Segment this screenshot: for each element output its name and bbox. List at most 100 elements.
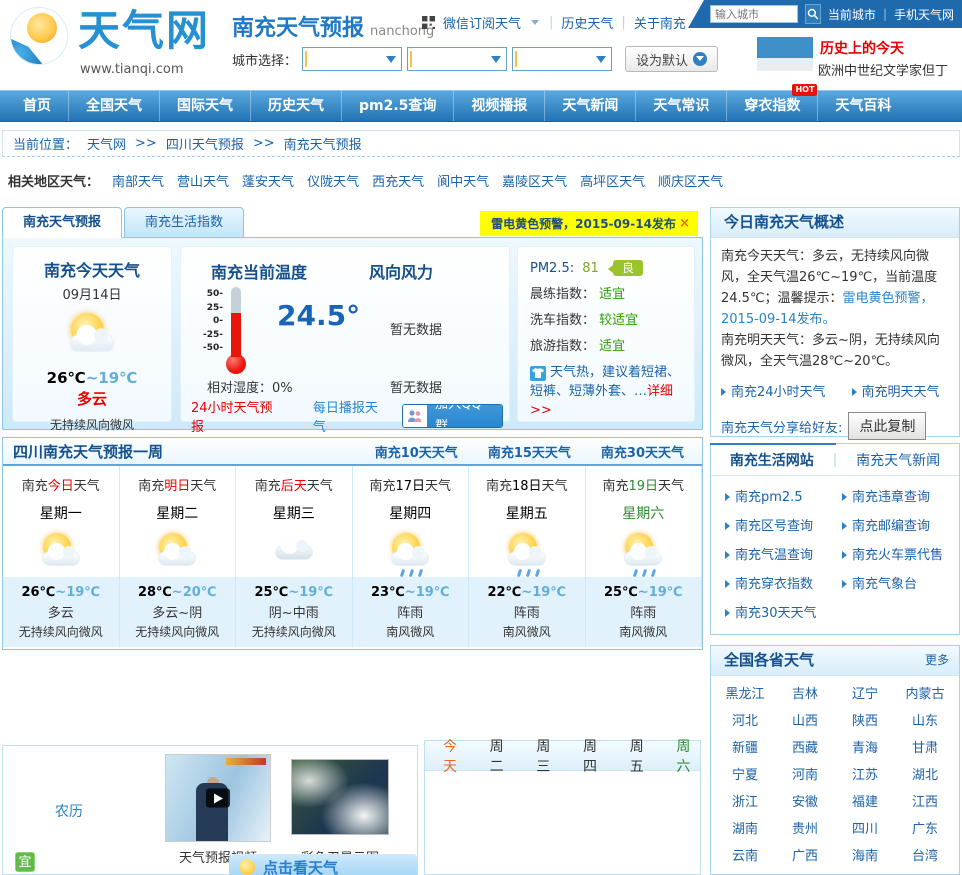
province-link[interactable]: 江苏 bbox=[852, 768, 878, 783]
province-link[interactable]: 河北 bbox=[732, 714, 758, 729]
search-button[interactable] bbox=[805, 4, 821, 24]
tab-life-index[interactable]: 南充生活指数 bbox=[124, 207, 244, 238]
week-day-card[interactable]: 南充今日天气 星期一 26℃~19℃ 多云 无持续风向微风 bbox=[3, 466, 120, 647]
related-region-link[interactable]: 顺庆区天气 bbox=[658, 171, 723, 190]
life-link[interactable]: 南充邮编查询 bbox=[852, 519, 930, 534]
nav-item[interactable]: 穿衣指数 HOT bbox=[726, 84, 818, 121]
current-city-link[interactable]: 当前城市 bbox=[828, 6, 876, 23]
nav-item[interactable]: 历史天气 bbox=[250, 91, 341, 121]
life-link[interactable]: 南充气温查询 bbox=[735, 548, 813, 563]
week-day-card[interactable]: 南充19日天气 星期六 25℃~19℃ 阵雨 南风微风 bbox=[585, 466, 702, 647]
related-region-link[interactable]: 南部天气 bbox=[112, 171, 164, 190]
life-link[interactable]: 南充穿衣指数 bbox=[735, 577, 813, 592]
weekday-tab[interactable]: 周六 bbox=[676, 736, 700, 776]
province-link[interactable]: 广西 bbox=[792, 849, 818, 864]
overview-quick-link[interactable]: 南充24小时天气 bbox=[721, 381, 826, 400]
index-value[interactable]: 适宜 bbox=[599, 287, 625, 302]
wechat-subscribe-link[interactable]: 微信订阅天气 bbox=[443, 13, 521, 32]
province-link[interactable]: 浙江 bbox=[732, 795, 758, 810]
province-link[interactable]: 甘肃 bbox=[912, 741, 938, 756]
related-region-link[interactable]: 西充天气 bbox=[372, 171, 424, 190]
weekday-tab[interactable]: 周二 bbox=[490, 736, 514, 776]
province-link[interactable]: 黑龙江 bbox=[725, 687, 764, 702]
county-select[interactable] bbox=[512, 47, 613, 71]
breadcrumb-province[interactable]: 四川天气预报 bbox=[166, 134, 244, 153]
province-link[interactable]: 陕西 bbox=[852, 714, 878, 729]
province-link[interactable]: 河南 bbox=[792, 768, 818, 783]
history-weather-link[interactable]: 历史天气 bbox=[561, 13, 613, 32]
related-region-link[interactable]: 阆中天气 bbox=[437, 171, 489, 190]
province-link[interactable]: 山西 bbox=[792, 714, 818, 729]
province-link[interactable]: 广东 bbox=[912, 822, 938, 837]
province-link[interactable]: 辽宁 bbox=[852, 687, 878, 702]
province-link[interactable]: 江西 bbox=[912, 795, 938, 810]
province-link[interactable]: 四川 bbox=[852, 822, 878, 837]
forecast-video-thumbnail[interactable] bbox=[165, 754, 271, 842]
weekday-tab[interactable]: 周五 bbox=[630, 736, 654, 776]
weather-banner[interactable]: 点击看天气 bbox=[229, 854, 417, 875]
set-default-button[interactable]: 设为默认 bbox=[625, 46, 719, 72]
nav-item[interactable]: 首页 bbox=[6, 91, 68, 121]
daily-broadcast-link[interactable]: 每日播报天气 bbox=[313, 397, 390, 435]
life-link[interactable]: 南充气象台 bbox=[852, 577, 917, 592]
week-day-card[interactable]: 南充明日天气 星期二 28℃~20℃ 多云~阴 无持续风向微风 bbox=[119, 466, 236, 647]
province-link[interactable]: 贵州 bbox=[792, 822, 818, 837]
province-link[interactable]: 安徽 bbox=[792, 795, 818, 810]
overview-quick-link[interactable]: 南充明天天气 bbox=[851, 381, 940, 400]
nav-item[interactable]: 全国天气 bbox=[68, 91, 159, 121]
index-value[interactable]: 适宜 bbox=[599, 339, 625, 354]
history-today-thumbnail[interactable] bbox=[757, 37, 813, 71]
related-region-link[interactable]: 嘉陵区天气 bbox=[502, 171, 567, 190]
weekday-tab[interactable]: 今天 bbox=[443, 736, 467, 776]
nav-item[interactable]: 视频播报 bbox=[453, 91, 544, 121]
weekday-tab[interactable]: 周四 bbox=[583, 736, 607, 776]
history-today-text[interactable]: 欧洲中世纪文学家但丁 bbox=[818, 60, 948, 79]
week-day-card[interactable]: 南充17日天气 星期四 23℃~19℃ 阵雨 南风微风 bbox=[352, 466, 469, 647]
province-link[interactable]: 云南 bbox=[732, 849, 758, 864]
related-region-link[interactable]: 仪陇天气 bbox=[307, 171, 359, 190]
nav-item[interactable]: 天气新闻 bbox=[544, 91, 635, 121]
close-icon[interactable]: × bbox=[679, 216, 690, 231]
hourly-forecast-link[interactable]: 24小时天气预报 bbox=[191, 397, 285, 435]
province-link[interactable]: 青海 bbox=[852, 741, 878, 756]
city-select[interactable] bbox=[407, 47, 508, 71]
life-link[interactable]: 南充火车票代售 bbox=[852, 548, 943, 563]
province-link[interactable]: 宁夏 bbox=[732, 768, 758, 783]
province-link[interactable]: 湖北 bbox=[912, 768, 938, 783]
related-region-link[interactable]: 高坪区天气 bbox=[580, 171, 645, 190]
life-link[interactable]: 南充30天天气 bbox=[735, 606, 817, 621]
related-region-link[interactable]: 蓬安天气 bbox=[242, 171, 294, 190]
province-link[interactable]: 湖南 bbox=[732, 822, 758, 837]
tab-weather-forecast[interactable]: 南充天气预报 bbox=[2, 207, 122, 238]
tab-life-sites[interactable]: 南充生活网站 bbox=[711, 450, 833, 470]
province-link[interactable]: 内蒙古 bbox=[905, 687, 944, 702]
nav-item[interactable]: 天气常识 bbox=[635, 91, 726, 121]
life-link[interactable]: 南充区号查询 bbox=[735, 519, 813, 534]
week-day-card[interactable]: 南充后天天气 星期三 25℃~19℃ 阴~中雨 无持续风向微风 bbox=[236, 466, 353, 647]
province-link[interactable]: 新疆 bbox=[732, 741, 758, 756]
satellite-image-thumbnail[interactable] bbox=[291, 759, 389, 835]
province-link[interactable]: 吉林 bbox=[792, 687, 818, 702]
mobile-site-link[interactable]: 手机天气网 bbox=[894, 6, 954, 23]
about-city-link[interactable]: 关于南充 bbox=[634, 13, 686, 32]
tab-weather-news[interactable]: 南充天气新闻 bbox=[837, 450, 959, 470]
province-link[interactable]: 台湾 bbox=[912, 849, 938, 864]
forecast-range-link[interactable]: 南充15天天气 bbox=[488, 442, 571, 461]
life-link[interactable]: 南充pm2.5 bbox=[735, 490, 803, 505]
nav-item[interactable]: pm2.5查询 bbox=[341, 91, 453, 121]
history-today-title[interactable]: 历史上的今天 bbox=[820, 38, 904, 58]
province-link[interactable]: 西藏 bbox=[792, 741, 818, 756]
copy-button[interactable]: 点此复制 bbox=[848, 412, 927, 440]
breadcrumb-city[interactable]: 南充天气预报 bbox=[284, 134, 362, 153]
province-link[interactable]: 海南 bbox=[852, 849, 878, 864]
life-link[interactable]: 南充违章查询 bbox=[852, 490, 930, 505]
weather-alert-banner[interactable]: 雷电黄色预警，2015-09-14发布 × bbox=[480, 211, 698, 236]
province-select[interactable] bbox=[302, 47, 403, 71]
site-logo[interactable]: 天气网 bbox=[10, 7, 210, 65]
province-link[interactable]: 山东 bbox=[912, 714, 938, 729]
week-day-card[interactable]: 南充18日天气 星期五 22℃~19℃ 阵雨 南风微风 bbox=[469, 466, 586, 647]
weekday-tab[interactable]: 周三 bbox=[536, 736, 560, 776]
index-value[interactable]: 较适宜 bbox=[599, 313, 638, 328]
more-link[interactable]: 更多 bbox=[925, 646, 949, 675]
lunar-calendar-link[interactable]: 农历 bbox=[55, 801, 83, 821]
